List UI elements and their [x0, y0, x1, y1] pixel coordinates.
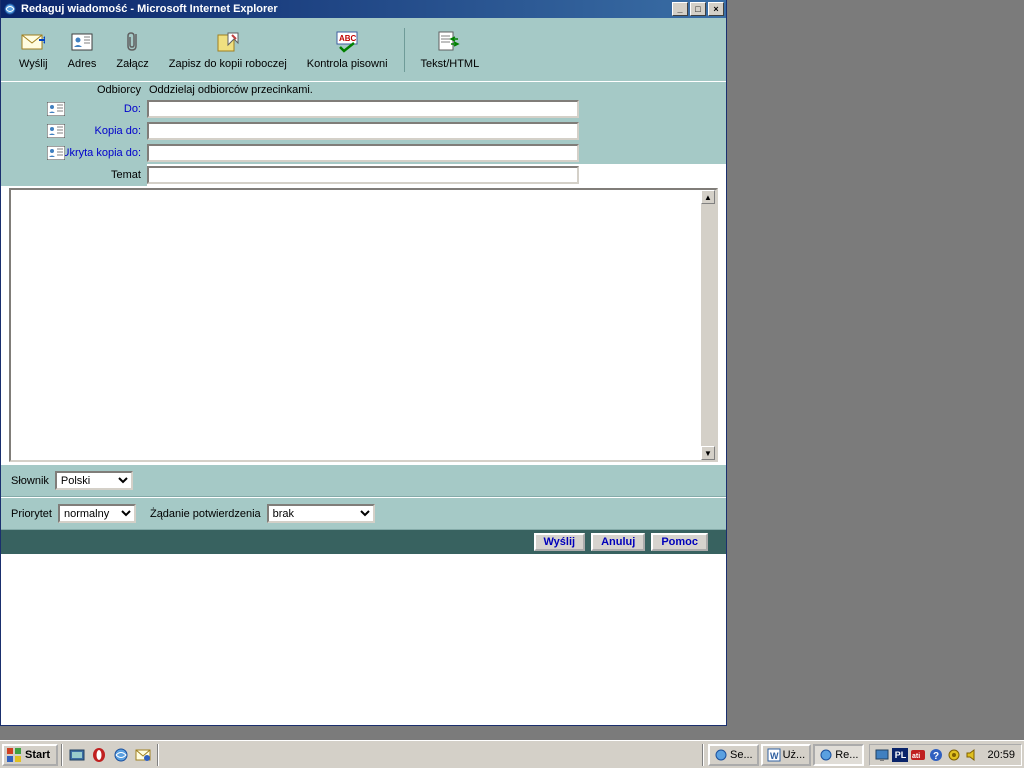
- window-title: Redaguj wiadomość - Microsoft Internet E…: [21, 3, 278, 15]
- text-html-icon: [438, 30, 462, 54]
- task-label: Se...: [730, 749, 753, 761]
- quick-launch-separator-2: [157, 744, 159, 766]
- toolbar-separator: [404, 28, 405, 72]
- taskbar: Start Se... W Uż... Re... PL ati ? 20:59: [0, 740, 1024, 768]
- maximize-button[interactable]: □: [690, 2, 706, 16]
- to-label: Do:: [1, 103, 147, 115]
- dictionary-label: Słownik: [11, 475, 49, 487]
- bcc-label: Ukryta kopia do:: [1, 147, 147, 159]
- save-draft-tool[interactable]: Zapisz do kopii roboczej: [159, 26, 297, 74]
- to-input[interactable]: [147, 100, 579, 118]
- word-task-icon: W: [767, 748, 781, 762]
- svg-text:ABC: ABC: [339, 34, 357, 43]
- ie-task-icon: [714, 748, 728, 762]
- scroll-down-icon[interactable]: ▼: [701, 446, 715, 460]
- spellcheck-tool[interactable]: ABC Kontrola pisowni: [297, 26, 398, 74]
- tray-help-icon[interactable]: ?: [928, 747, 944, 763]
- ql-outlook-icon[interactable]: [134, 746, 152, 764]
- action-bar: Wyślij Anuluj Pomoc: [1, 530, 726, 554]
- confirm-label: Żądanie potwierdzenia: [150, 508, 261, 520]
- subject-label: Temat: [1, 164, 147, 186]
- ql-desktop-icon[interactable]: [68, 746, 86, 764]
- address-book-icon: [70, 30, 94, 54]
- windows-logo-icon: [6, 747, 22, 763]
- svg-text:W: W: [770, 751, 779, 761]
- recipients-hint: Oddzielaj odbiorców przecinkami.: [147, 84, 313, 96]
- body-textarea[interactable]: [11, 190, 700, 460]
- ql-opera-icon[interactable]: [90, 746, 108, 764]
- cc-input[interactable]: [147, 122, 579, 140]
- task-label: Re...: [835, 749, 858, 761]
- priority-row: Priorytet normalny Żądanie potwierdzenia…: [1, 497, 726, 530]
- compose-window: Redaguj wiadomość - Microsoft Internet E…: [0, 0, 727, 726]
- send-tool[interactable]: Wyślij: [9, 26, 58, 74]
- scroll-up-icon[interactable]: ▲: [701, 190, 715, 204]
- tray-volume-icon[interactable]: [964, 747, 980, 763]
- task-separator: [702, 744, 704, 766]
- body-wrap: ▲ ▼: [9, 188, 718, 462]
- dictionary-row: Słownik Polski: [1, 464, 726, 497]
- task-item[interactable]: W Uż...: [761, 744, 812, 766]
- cc-label: Kopia do:: [1, 125, 147, 137]
- compose-toolbar: Wyślij Adres Załącz Zapisz do kopii robo…: [1, 18, 726, 82]
- quick-launch-separator: [61, 744, 63, 766]
- task-item-active[interactable]: Re...: [813, 744, 864, 766]
- cc-address-icon[interactable]: [47, 124, 63, 138]
- body-area: ▲ ▼: [1, 186, 726, 464]
- address-tool[interactable]: Adres: [58, 26, 107, 74]
- svg-text:ati: ati: [912, 753, 920, 760]
- bcc-address-icon[interactable]: [47, 146, 63, 160]
- send-button[interactable]: Wyślij: [534, 533, 586, 551]
- attach-tool[interactable]: Załącz: [106, 26, 158, 74]
- text-html-tool[interactable]: Tekst/HTML: [411, 26, 490, 74]
- svg-text:?: ?: [933, 751, 939, 762]
- tray-ati-icon[interactable]: ati: [910, 747, 926, 763]
- systray: PL ati ? 20:59: [869, 744, 1022, 766]
- start-label: Start: [25, 749, 50, 761]
- close-button[interactable]: ×: [708, 2, 724, 16]
- titlebar[interactable]: Redaguj wiadomość - Microsoft Internet E…: [1, 0, 726, 18]
- minimize-button[interactable]: _: [672, 2, 688, 16]
- paperclip-icon: [121, 30, 145, 54]
- bcc-input[interactable]: [147, 144, 579, 162]
- ql-ie-icon[interactable]: [112, 746, 130, 764]
- priority-select[interactable]: normalny: [58, 504, 136, 523]
- text-html-tool-label: Tekst/HTML: [421, 58, 480, 70]
- dictionary-select[interactable]: Polski: [55, 471, 133, 490]
- send-tool-label: Wyślij: [19, 58, 48, 70]
- send-icon: [21, 30, 45, 54]
- to-address-icon[interactable]: [47, 102, 63, 116]
- save-draft-icon: [216, 30, 240, 54]
- tray-monitor-icon[interactable]: [874, 747, 890, 763]
- subject-row: Temat: [1, 164, 726, 186]
- headers-panel: Odbiorcy Oddzielaj odbiorców przecinkami…: [1, 82, 726, 164]
- spellcheck-icon: ABC: [335, 30, 359, 54]
- subject-input[interactable]: [147, 166, 579, 184]
- ie-task-icon: [819, 748, 833, 762]
- save-draft-tool-label: Zapisz do kopii roboczej: [169, 58, 287, 70]
- recipients-label: Odbiorcy: [1, 84, 147, 96]
- start-button[interactable]: Start: [2, 744, 58, 766]
- spellcheck-tool-label: Kontrola pisowni: [307, 58, 388, 70]
- tray-gear-icon[interactable]: [946, 747, 962, 763]
- cancel-button[interactable]: Anuluj: [591, 533, 645, 551]
- taskbar-clock[interactable]: 20:59: [987, 749, 1015, 761]
- priority-label: Priorytet: [11, 508, 52, 520]
- language-indicator[interactable]: PL: [892, 748, 908, 762]
- task-item[interactable]: Se...: [708, 744, 759, 766]
- confirm-select[interactable]: brak: [267, 504, 375, 523]
- help-button[interactable]: Pomoc: [651, 533, 708, 551]
- task-label: Uż...: [783, 749, 806, 761]
- attach-tool-label: Załącz: [116, 58, 148, 70]
- address-tool-label: Adres: [68, 58, 97, 70]
- ie-icon: [3, 2, 17, 16]
- body-scrollbar[interactable]: ▲ ▼: [700, 190, 716, 460]
